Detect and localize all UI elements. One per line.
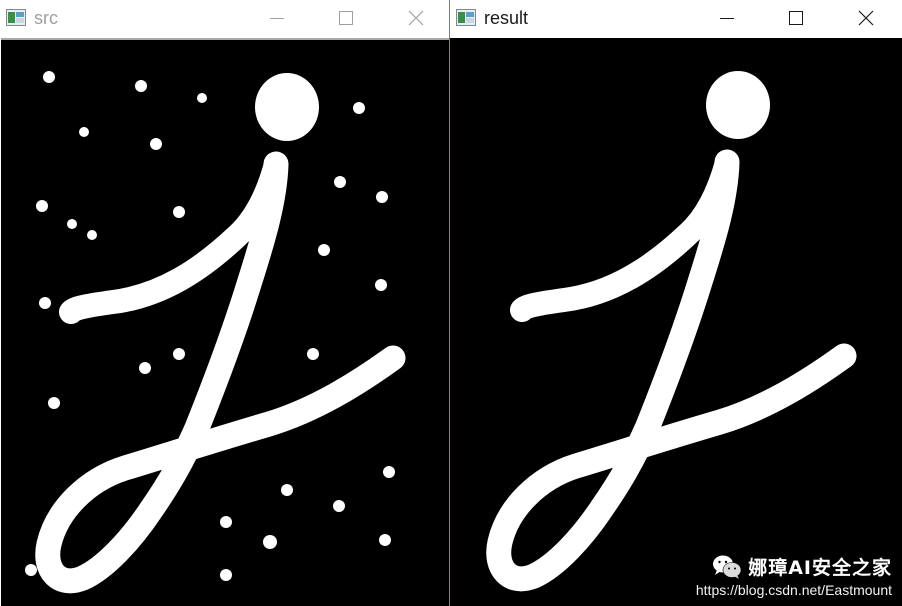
close-button[interactable]	[393, 0, 439, 36]
result-window: result 娜璋AI安全之家 https://blog.csdn.net/Ea…	[449, 0, 902, 606]
maximize-button[interactable]	[773, 0, 819, 36]
watermark-name: 娜璋AI安全之家	[748, 557, 892, 579]
minimize-button[interactable]	[254, 0, 300, 36]
result-titlebar[interactable]: result	[450, 0, 902, 38]
result-image-content	[486, 71, 857, 592]
close-icon	[858, 10, 874, 26]
src-image	[1, 38, 449, 606]
minimize-icon	[270, 18, 284, 19]
window-title: src	[34, 8, 58, 28]
opencv-window-icon	[456, 9, 476, 26]
minimize-button[interactable]	[704, 0, 750, 36]
maximize-icon	[339, 11, 353, 25]
src-window: src	[0, 0, 449, 606]
opencv-window-icon	[6, 9, 26, 26]
maximize-icon	[789, 11, 803, 25]
src-image-content	[25, 40, 449, 606]
close-icon	[408, 10, 424, 26]
window-title: result	[484, 8, 529, 28]
maximize-button[interactable]	[323, 0, 369, 36]
result-image	[450, 38, 902, 606]
close-button[interactable]	[843, 0, 889, 36]
watermark: 娜璋AI安全之家 https://blog.csdn.net/Eastmount	[696, 553, 892, 598]
src-titlebar[interactable]: src	[0, 0, 449, 38]
minimize-icon	[720, 18, 734, 19]
watermark-url: https://blog.csdn.net/Eastmount	[695, 582, 892, 598]
wechat-icon	[713, 555, 742, 579]
